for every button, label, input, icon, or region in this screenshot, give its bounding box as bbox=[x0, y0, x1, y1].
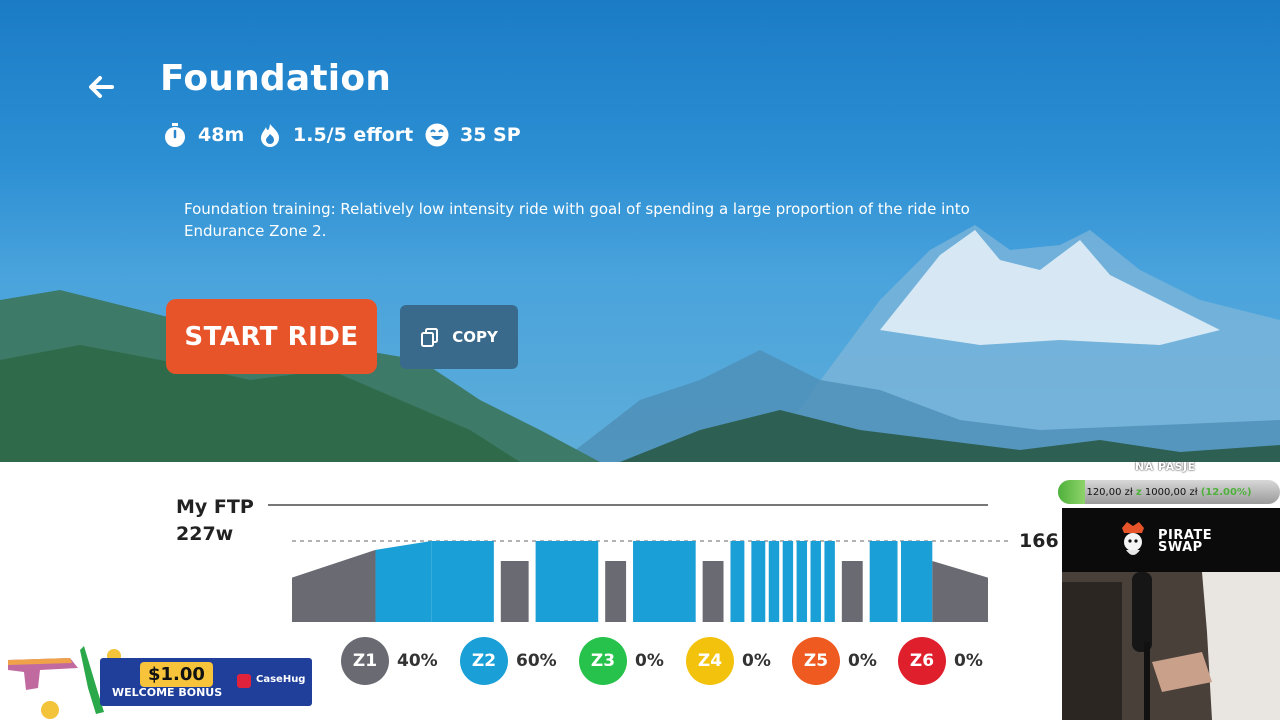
goal-percent: (12.00%) bbox=[1200, 486, 1252, 498]
zone-item-z4: Z4 0% bbox=[686, 637, 771, 685]
goal-current: 120,00 zł bbox=[1086, 486, 1133, 498]
zone-badge: Z4 bbox=[686, 637, 734, 685]
sponsor-name: PIRATE SWAP bbox=[1158, 529, 1212, 555]
zone-item-z3: Z3 0% bbox=[579, 637, 664, 685]
goal-title: NA PASJE bbox=[1135, 460, 1196, 473]
zone-percent: 0% bbox=[954, 651, 983, 671]
goal-separator: z bbox=[1135, 486, 1142, 498]
workout-segment-z2 bbox=[375, 541, 432, 622]
workout-segment-z2 bbox=[730, 541, 745, 622]
zone-item-z1: Z1 40% bbox=[341, 637, 438, 685]
ad-bonus-text: WELCOME BONUS bbox=[112, 686, 223, 699]
workout-segment-z1 bbox=[292, 549, 376, 622]
workout-segment-z2 bbox=[869, 541, 898, 622]
zone-percent: 40% bbox=[397, 651, 438, 671]
workout-segment-z2 bbox=[810, 541, 821, 622]
workout-segment-z2 bbox=[824, 541, 835, 622]
workout-segment-z2 bbox=[782, 541, 794, 622]
workout-segment-z2 bbox=[751, 541, 766, 622]
goal-target: 1000,00 zł bbox=[1144, 486, 1198, 498]
zone-percent: 60% bbox=[516, 651, 557, 671]
zone-percent: 0% bbox=[635, 651, 664, 671]
zone-badge: Z5 bbox=[792, 637, 840, 685]
zone-badge: Z6 bbox=[898, 637, 946, 685]
workout-segment-z2 bbox=[796, 541, 808, 622]
zone-item-z6: Z6 0% bbox=[898, 637, 983, 685]
webcam-feed bbox=[1062, 572, 1280, 720]
welcome-bonus-ad[interactable]: $1.00 WELCOME BONUS CaseHug bbox=[0, 640, 320, 720]
zone-badge: Z2 bbox=[460, 637, 508, 685]
goal-text: 120,00 zł z 1000,00 zł (12.00%) bbox=[1058, 480, 1280, 504]
workout-segment-z1 bbox=[702, 560, 724, 622]
workout-segment-z2 bbox=[535, 541, 599, 622]
workout-segment-z2 bbox=[901, 541, 933, 622]
zone-percent: 0% bbox=[848, 651, 877, 671]
ad-price: $1.00 bbox=[140, 662, 213, 687]
casehug-logo-icon bbox=[237, 674, 251, 688]
workout-segment-z2 bbox=[431, 541, 494, 622]
zone-item-z2: Z2 60% bbox=[460, 637, 557, 685]
sponsor-line2: SWAP bbox=[1158, 540, 1203, 555]
donation-goal-bar: 120,00 zł z 1000,00 zł (12.00%) bbox=[1058, 480, 1280, 504]
workout-segment-z1 bbox=[605, 560, 627, 622]
zone-item-z5: Z5 0% bbox=[792, 637, 877, 685]
ad-brand: CaseHug bbox=[256, 674, 306, 685]
workout-segment-z1 bbox=[500, 560, 529, 622]
zone-badge: Z3 bbox=[579, 637, 627, 685]
workout-segment-z2 bbox=[768, 541, 780, 622]
workout-segment-z1 bbox=[932, 560, 988, 622]
zone-percent: 0% bbox=[742, 651, 771, 671]
workout-segment-z2 bbox=[633, 541, 696, 622]
workout-segment-z1 bbox=[841, 560, 863, 622]
pirate-logo-icon bbox=[1122, 522, 1144, 555]
zone-badge: Z1 bbox=[341, 637, 389, 685]
